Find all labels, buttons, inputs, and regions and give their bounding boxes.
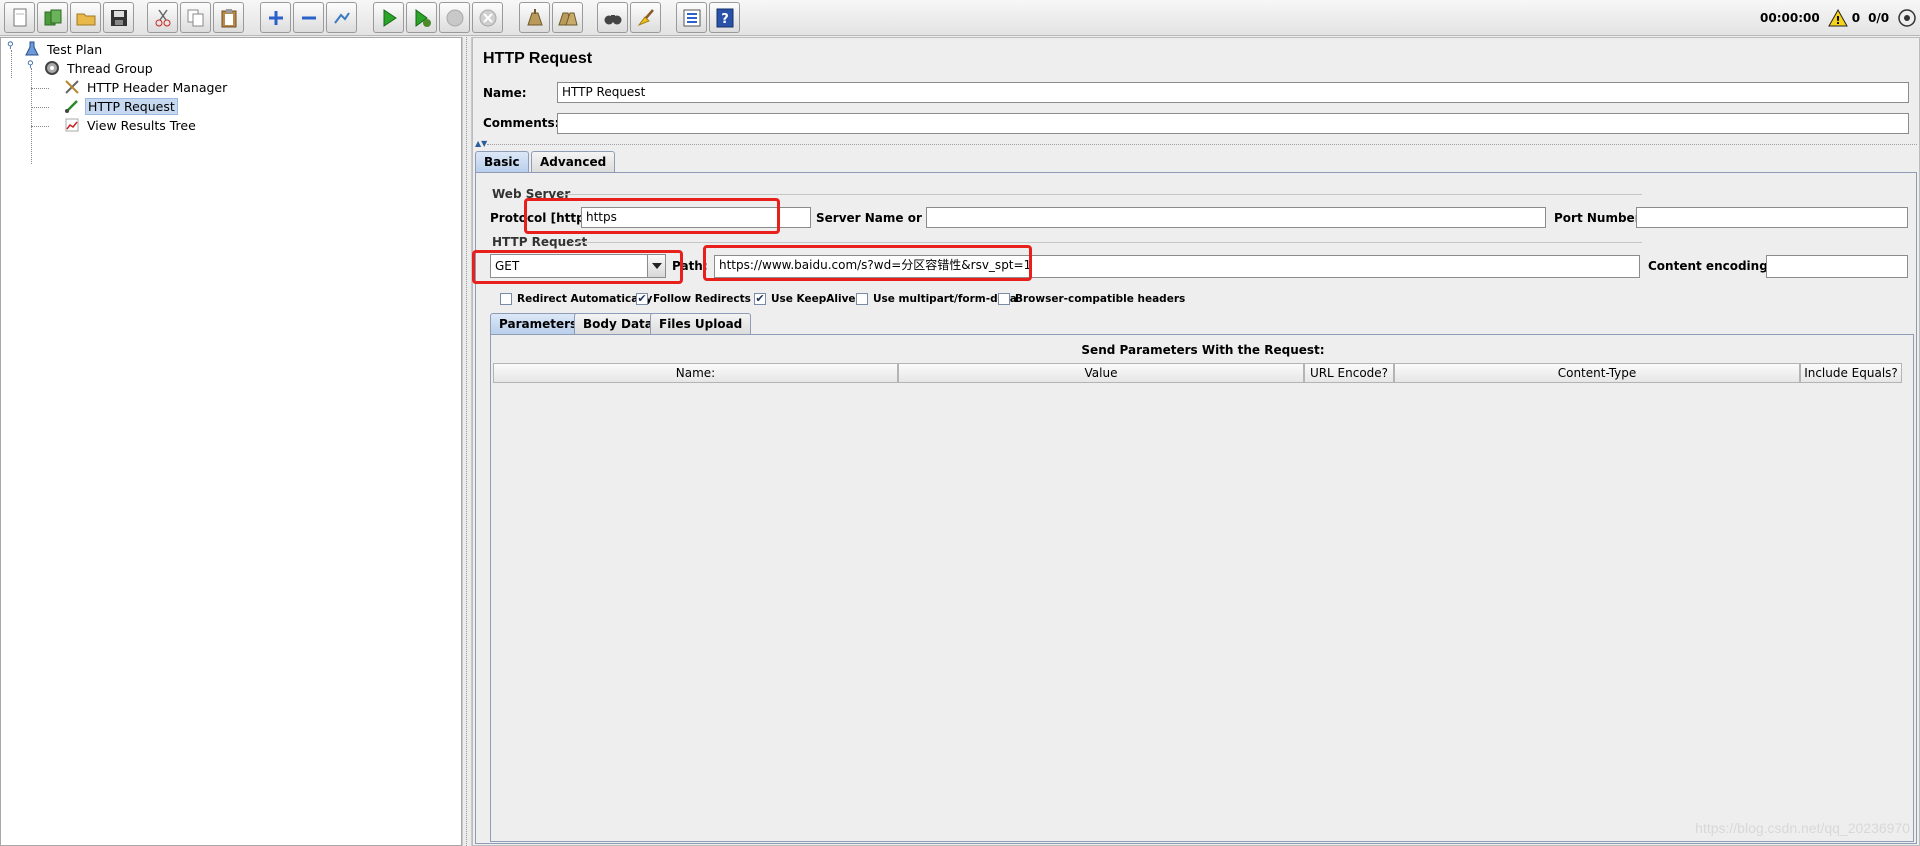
divider-arrows-icon[interactable]: ▲▼ [475, 139, 487, 148]
function-helper-icon[interactable] [676, 2, 707, 33]
shutdown-icon[interactable] [472, 2, 503, 33]
header-manager-icon [63, 78, 81, 96]
tab-basic[interactable]: Basic [475, 151, 529, 172]
tree-item-label: Test Plan [47, 41, 103, 57]
tab-parameters[interactable]: Parameters [490, 313, 587, 334]
port-field[interactable] [1636, 207, 1908, 228]
tree-item-label: View Results Tree [87, 117, 196, 133]
comments-field[interactable] [557, 113, 1909, 134]
checkbox-label: Redirect Automatically [517, 293, 653, 305]
svg-text:!: ! [1835, 14, 1840, 27]
name-label: Name: [483, 86, 527, 100]
test-plan-tree[interactable]: ⚲ ⚲ Test Plan Thread Group HTTP Header M… [0, 37, 462, 846]
protocol-field[interactable]: https [581, 207, 811, 228]
name-field[interactable]: HTTP Request [557, 82, 1909, 103]
checkbox-label: Use KeepAlive [771, 293, 856, 305]
active-threads: 0/0 [1868, 11, 1890, 25]
toggle-icon[interactable] [326, 2, 357, 33]
checkbox-box[interactable] [856, 293, 868, 305]
collapse-toggle-icon[interactable]: ⚲ [27, 61, 35, 70]
clear-all-icon[interactable] [552, 2, 583, 33]
tab-advanced[interactable]: Advanced [531, 151, 616, 172]
tree-item-http-header-manager[interactable]: HTTP Header Manager [63, 78, 229, 96]
http-request-icon [63, 97, 81, 115]
elapsed-timer: 00:00:00 [1760, 11, 1820, 25]
checkbox-box[interactable] [998, 293, 1010, 305]
help-icon[interactable]: ? [709, 2, 740, 33]
checkbox-label: Browser-compatible headers [1015, 293, 1186, 305]
start-icon[interactable] [373, 2, 404, 33]
checkmark-icon[interactable]: ✔ [636, 293, 648, 305]
http-request-panel: HTTP Request Name: HTTP Request Comments… [472, 37, 1920, 846]
path-label: Path: [672, 259, 708, 273]
method-value: GET [495, 259, 520, 273]
remote-status-icon [1898, 9, 1916, 27]
warning-icon[interactable]: ! [1827, 9, 1848, 27]
clear-icon[interactable] [519, 2, 550, 33]
new-icon[interactable] [4, 2, 35, 33]
checkbox-browser-compatible-headers[interactable]: Browser-compatible headers [998, 293, 1185, 305]
tab-body-data[interactable]: Body Data [574, 313, 662, 334]
chevron-down-icon[interactable] [647, 255, 665, 277]
pane-splitter[interactable] [462, 37, 472, 846]
params-caption: Send Parameters With the Request: [1081, 343, 1325, 357]
column-header-name[interactable]: Name: [493, 363, 898, 383]
protocol-label: Protocol [http]: [490, 211, 595, 225]
method-select[interactable]: GET [490, 254, 666, 278]
stop-icon[interactable] [439, 2, 470, 33]
svg-text:?: ? [721, 12, 729, 27]
server-name-field[interactable] [926, 207, 1546, 228]
collapse-icon[interactable] [293, 2, 324, 33]
open-icon[interactable] [70, 2, 101, 33]
basic-tab-body: Web Server Protocol [http]: https Server… [475, 172, 1917, 844]
page-title: HTTP Request [483, 50, 593, 67]
paste-icon[interactable] [213, 2, 244, 33]
column-header-url-encode[interactable]: URL Encode? [1304, 363, 1394, 383]
checkbox-use-keepalive[interactable]: ✔ Use KeepAlive [754, 293, 856, 305]
checkbox-label: Use multipart/form-data [873, 293, 1017, 305]
expand-icon[interactable] [260, 2, 291, 33]
tree-item-thread-group[interactable]: Thread Group [43, 59, 155, 77]
status-area: 00:00:00 ! 0 0/0 [1760, 0, 1920, 36]
save-icon[interactable] [103, 2, 134, 33]
path-field[interactable]: https://www.baidu.com/s?wd=分区容错性&rsv_spt… [714, 255, 1640, 278]
tree-item-label: HTTP Request [85, 97, 178, 115]
checkbox-use-multipart[interactable]: Use multipart/form-data [856, 293, 1017, 305]
tree-item-label: HTTP Header Manager [87, 79, 228, 95]
results-tree-icon [63, 116, 81, 134]
column-header-include-equals[interactable]: Include Equals? [1800, 363, 1902, 383]
search-icon[interactable] [597, 2, 628, 33]
thread-group-icon [43, 59, 61, 77]
column-header-content-type[interactable]: Content-Type [1394, 363, 1800, 383]
collapse-toggle-icon[interactable]: ⚲ [7, 42, 15, 51]
tab-files-upload[interactable]: Files Upload [650, 313, 752, 334]
checkmark-icon[interactable]: ✔ [754, 293, 766, 305]
copy-icon[interactable] [180, 2, 211, 33]
cut-icon[interactable] [147, 2, 178, 33]
content-encoding-label: Content encoding: [1648, 259, 1773, 273]
test-plan-icon [23, 40, 41, 58]
tree-item-http-request[interactable]: HTTP Request [63, 97, 178, 115]
checkbox-label: Follow Redirects [653, 293, 751, 305]
reset-search-icon[interactable] [630, 2, 661, 33]
checkbox-redirect-automatically[interactable]: Redirect Automatically [500, 293, 652, 305]
web-server-group-title: Web Server [492, 187, 571, 201]
checkbox-box[interactable] [500, 293, 512, 305]
content-encoding-field[interactable] [1766, 255, 1908, 278]
port-label: Port Number: [1554, 211, 1646, 225]
watermark: https://blog.csdn.net/qq_20236970 [1695, 820, 1910, 836]
templates-icon[interactable] [37, 2, 68, 33]
start-no-pauses-icon[interactable] [406, 2, 437, 33]
toolbar: ? 00:00:00 ! 0 0/0 [0, 0, 1920, 36]
tree-item-view-results-tree[interactable]: View Results Tree [63, 116, 198, 134]
column-header-value[interactable]: Value [898, 363, 1304, 383]
checkbox-follow-redirects[interactable]: ✔ Follow Redirects [636, 293, 751, 305]
tree-item-label: Thread Group [67, 60, 153, 76]
server-name-label: Server Name or IP: [816, 211, 945, 225]
parameters-panel: Send Parameters With the Request: Name: … [490, 334, 1914, 842]
comments-label: Comments: [483, 116, 560, 130]
warning-count: 0 [1851, 11, 1861, 25]
tree-item-test-plan[interactable]: Test Plan [23, 40, 104, 58]
